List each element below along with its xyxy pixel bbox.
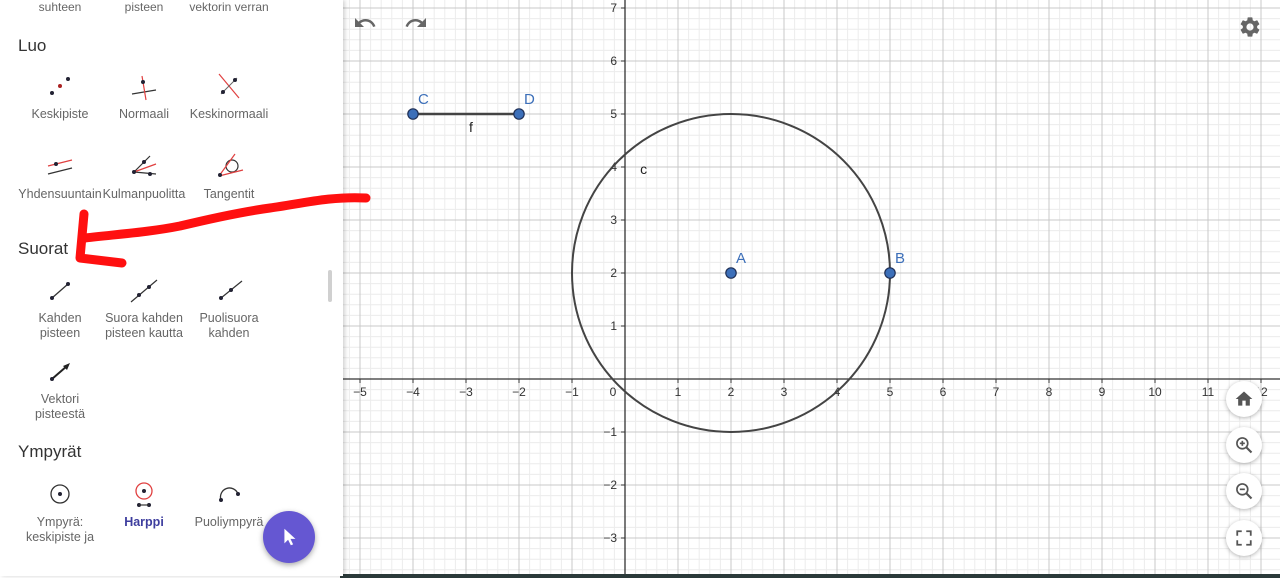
point-label: C	[418, 91, 429, 108]
x-tick-label: 0	[610, 385, 617, 399]
zoom-out-button[interactable]	[1226, 473, 1262, 509]
point-label: A	[736, 250, 746, 267]
x-tick-label: 6	[940, 385, 947, 399]
y-tick-label: −1	[603, 425, 617, 439]
bottom-bar	[340, 574, 1280, 578]
geogebra-app: −5 −4 −3 −2 −1 0 1 2 3 4 5 6 7 8 9 10 11 12 −3 −2 −1 1 2 3 4 5 6 7…	[0, 0, 1280, 578]
grid-major	[343, 0, 1280, 578]
point-B[interactable]	[884, 267, 896, 279]
y-tick-label: −2	[603, 478, 617, 492]
y-tick-label: 1	[610, 319, 617, 333]
x-tick-label: −1	[565, 385, 579, 399]
x-tick-label: −3	[459, 385, 473, 399]
x-tick-label: −5	[353, 385, 367, 399]
perpendicular-bisector-icon	[218, 73, 240, 99]
x-tick-label: 9	[1099, 385, 1106, 399]
cut-off-tool-label: pisteen	[124, 0, 164, 14]
cut-off-tool-label: vektorin verran	[189, 0, 269, 14]
parallel-line-icon	[47, 159, 73, 175]
tool-angle-bisector[interactable]: Kulmanpuolitta	[98, 150, 190, 202]
point-label: D	[524, 91, 535, 108]
home-icon	[1235, 391, 1253, 406]
y-tick-label: 7	[610, 1, 617, 15]
perpendicular-line-icon	[131, 75, 157, 101]
x-tick-label: 2	[728, 385, 735, 399]
move-tool-button[interactable]	[263, 511, 315, 563]
angle-bisector-icon	[132, 155, 157, 176]
vector-icon	[50, 363, 70, 381]
tool-compass[interactable]: Harppi	[98, 478, 190, 530]
tangents-icon	[218, 153, 244, 177]
line-through-points-icon	[130, 279, 158, 303]
settings-button[interactable]	[1237, 14, 1263, 40]
x-tick-label: 10	[1148, 385, 1162, 399]
axes	[343, 0, 1280, 578]
line-two-points-icon	[50, 282, 70, 300]
undo-button[interactable]	[352, 10, 378, 36]
tool-midpoint[interactable]: Keskipiste	[14, 70, 106, 122]
segment-label: f	[469, 119, 473, 135]
x-axis-tick-labels: −5 −4 −3 −2 −1 0 1 2 3 4 5 6 7 8 9 10 11 12	[353, 385, 1268, 399]
x-tick-label: 5	[887, 385, 894, 399]
compass-icon	[135, 482, 153, 507]
section-title-suorat: Suorat	[18, 239, 69, 258]
tool-perpendicular-bisector[interactable]: Keskinormaali	[183, 70, 275, 122]
circle-label: c	[640, 161, 647, 177]
tool-perpendicular-line[interactable]: Normaali	[98, 70, 190, 122]
zoom-in-icon	[1236, 437, 1253, 454]
redo-icon	[405, 18, 426, 27]
pointer-icon	[284, 528, 296, 546]
zoom-in-button[interactable]	[1226, 427, 1262, 463]
y-tick-label: 6	[610, 54, 617, 68]
y-tick-label: 3	[610, 213, 617, 227]
tool-ray[interactable]: Puolisuora kahden	[183, 274, 275, 341]
circle-center-point-icon	[50, 484, 70, 504]
x-tick-label: 11	[1202, 385, 1215, 399]
undo-icon	[355, 18, 376, 27]
y-tick-label: 2	[610, 266, 617, 280]
midpoint-icon	[50, 77, 70, 95]
x-tick-label: 1	[675, 385, 682, 399]
point-D[interactable]	[513, 108, 525, 120]
redo-button[interactable]	[403, 10, 429, 36]
tool-line-through-points[interactable]: Suora kahden pisteen kautta	[98, 274, 190, 341]
grid-minor	[343, 0, 1280, 578]
point-C[interactable]	[407, 108, 419, 120]
ray-icon	[219, 280, 243, 300]
section-title-luo: Luo	[18, 36, 47, 55]
y-tick-label: 5	[610, 107, 617, 121]
x-tick-label: 3	[781, 385, 788, 399]
tool-parallel-line[interactable]: Yhdensuuntain	[14, 150, 106, 202]
tool-tangents[interactable]: Tangentit	[183, 150, 275, 202]
fullscreen-button[interactable]	[1226, 520, 1262, 556]
y-tick-label: −3	[603, 531, 617, 545]
tools-panel: suhteen pisteen vektorin verran Luo Kesk…	[0, 0, 343, 576]
section-title-ympyrat: Ympyrät	[18, 442, 82, 461]
tool-circle-center-point[interactable]: Ympyrä: keskipiste ja	[14, 478, 106, 545]
x-tick-label: −2	[512, 385, 526, 399]
cut-off-tool-label: suhteen	[38, 0, 82, 14]
x-tick-label: 7	[993, 385, 1000, 399]
panel-scrollbar[interactable]	[328, 270, 332, 302]
gear-icon	[1240, 17, 1260, 37]
point-A[interactable]	[725, 267, 737, 279]
tool-segment-two-points[interactable]: Kahden pisteen	[14, 274, 106, 341]
tool-vector[interactable]: Vektori pisteestä	[14, 355, 106, 422]
x-tick-label: −4	[406, 385, 420, 399]
fullscreen-icon	[1236, 530, 1252, 546]
x-tick-label: 8	[1046, 385, 1053, 399]
semicircle-icon	[219, 487, 240, 502]
point-label: B	[895, 250, 905, 267]
home-button[interactable]	[1226, 381, 1262, 417]
tool-semicircle[interactable]: Puoliympyrä	[183, 478, 275, 530]
zoom-out-icon	[1236, 483, 1253, 500]
